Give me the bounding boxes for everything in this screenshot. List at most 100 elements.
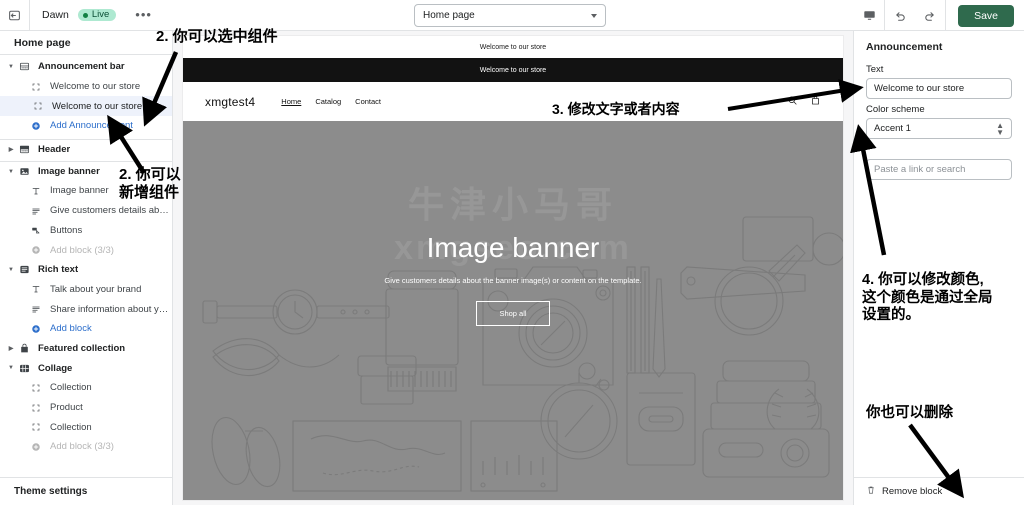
search-icon[interactable] (787, 93, 798, 111)
theme-editor-window: Dawn Live ••• Home page Save Home page ▼… (0, 0, 1024, 505)
plus-circle-icon (28, 442, 44, 452)
announcement-bar-icon (16, 61, 32, 72)
banner-content: Image banner Give customers details abou… (183, 232, 843, 326)
plus-circle-icon (28, 324, 44, 334)
image-banner-section[interactable]: 牛津小马哥 xmgseo.com Image banner Give custo… (183, 121, 843, 500)
store-header: xmgtest4 Home Catalog Contact (183, 82, 843, 121)
preview-area: Welcome to our store Welcome to our stor… (173, 31, 853, 505)
sidebar-item-buttons[interactable]: Buttons (0, 221, 172, 241)
more-actions-icon[interactable]: ••• (135, 8, 152, 21)
block-icon (28, 82, 44, 92)
sidebar-item-collection[interactable]: Collection (0, 378, 172, 398)
theme-info: Dawn Live ••• (30, 8, 152, 22)
chevron-down-icon[interactable]: ▼ (6, 64, 16, 70)
sidebar-item-add-block[interactable]: Add block (0, 319, 172, 339)
annotation-3: 3. 修改文字或者内容 (552, 101, 680, 117)
nav-item-catalog[interactable]: Catalog (315, 97, 341, 106)
sidebar-item-header[interactable]: ▶ Header (0, 138, 172, 159)
text-field-group: Text (854, 64, 1024, 99)
store-brand[interactable]: xmgtest4 (205, 95, 255, 109)
sidebar-item-label: Welcome to our store (52, 100, 143, 112)
chevron-down-icon (591, 13, 597, 18)
sidebar-item-give-customers-details-about-t[interactable]: Give customers details about t... (0, 201, 172, 221)
announcement-2-text: Welcome to our store (479, 66, 547, 74)
nav-item-contact[interactable]: Contact (355, 97, 381, 106)
sidebar-item-featured-collection[interactable]: ▶ Featured collection (0, 339, 172, 359)
undo-icon[interactable] (885, 0, 915, 31)
cart-icon[interactable] (810, 93, 821, 111)
block-settings-panel: Announcement Text Color scheme Accent 1 … (853, 31, 1024, 505)
plus-circle-icon (28, 121, 44, 131)
sidebar-item-collage[interactable]: ▼ Collage (0, 358, 172, 378)
color-scheme-select[interactable]: Accent 1 ▲ ▼ (866, 118, 1012, 139)
text-field-label: Text (866, 64, 884, 75)
color-scheme-label: Color scheme (866, 104, 925, 115)
block-icon (30, 101, 46, 111)
sidebar-item-label: Product (50, 402, 83, 414)
announcement-bar-2[interactable]: Welcome to our store (183, 58, 843, 82)
chevron-down-icon[interactable]: ▼ (6, 267, 16, 273)
sidebar-item-rich-text[interactable]: ▼ Rich text (0, 260, 172, 280)
redo-icon[interactable] (915, 0, 945, 31)
sidebar-item-label: Image banner (50, 185, 109, 197)
sidebar-item-label: Image banner (38, 166, 100, 178)
header-icon (16, 144, 32, 155)
sections-list[interactable]: ▼ Announcement bar Welcome to our store Wel… (0, 55, 172, 475)
sidebar-item-label: Collection (50, 421, 92, 433)
buttons-icon (28, 225, 44, 235)
sidebar-item-announcement-bar[interactable]: ▼ Announcement bar (0, 57, 172, 77)
color-scheme-group: Color scheme Accent 1 ▲ ▼ (854, 104, 1024, 139)
link-input[interactable] (866, 159, 1012, 180)
rich-text-icon (16, 264, 32, 275)
sidebar-title: Home page (0, 31, 172, 55)
panel-title: Announcement (866, 41, 943, 53)
block-icon (28, 383, 44, 393)
sidebar-item-share-information-about-your-b[interactable]: Share information about your b... (0, 299, 172, 319)
top-bar: Dawn Live ••• Home page Save (0, 0, 1024, 31)
text-icon (28, 186, 44, 196)
sidebar-item-label: Collage (38, 362, 73, 374)
text-icon (28, 284, 44, 294)
page-selector-value: Home page (423, 10, 475, 21)
sections-sidebar: Home page ▼ Announcement bar Welcome to ou… (0, 31, 173, 505)
block-icon (28, 422, 44, 432)
stepper-icon: ▲ ▼ (996, 120, 1004, 137)
remove-block-button[interactable]: Remove block (854, 477, 1024, 505)
sidebar-item-label: Collection (50, 382, 92, 394)
chevron-right-icon[interactable]: ▶ (6, 345, 16, 352)
chevron-right-icon[interactable]: ▶ (6, 146, 16, 153)
sidebar-item-label: Welcome to our store (50, 81, 141, 93)
collection-icon (16, 343, 32, 354)
sidebar-item-add-block-3-3[interactable]: Add block (3/3) (0, 240, 172, 260)
sidebar-item-welcome-to-our-store[interactable]: Welcome to our store (0, 77, 172, 97)
announcement-1-text: Welcome to our store (479, 43, 547, 51)
announcement-bar-1[interactable]: Welcome to our store (183, 36, 843, 58)
sidebar-item-talk-about-your-brand[interactable]: Talk about your brand (0, 280, 172, 300)
sidebar-item-label: Give customers details about t... (50, 205, 172, 217)
exit-editor-icon[interactable] (0, 0, 30, 31)
sidebar-item-product[interactable]: Product (0, 398, 172, 418)
divider (945, 0, 947, 31)
chevron-down-icon[interactable]: ▼ (6, 365, 16, 371)
sidebar-item-add-block-3-3[interactable]: Add block (3/3) (0, 437, 172, 457)
color-scheme-value: Accent 1 (874, 123, 911, 134)
chevron-down-icon[interactable]: ▼ (6, 169, 16, 175)
sidebar-item-collection[interactable]: Collection (0, 417, 172, 437)
page-selector[interactable]: Home page (414, 4, 606, 27)
save-button[interactable]: Save (958, 4, 1014, 27)
paragraph-icon (28, 206, 44, 216)
announcement-text-input[interactable] (866, 78, 1012, 99)
sidebar-item-add-announcement[interactable]: Add Announcement (0, 116, 172, 136)
sidebar-item-welcome-to-our-store[interactable]: Welcome to our store (0, 96, 172, 117)
theme-settings-button[interactable]: Theme settings (0, 477, 172, 505)
paragraph-icon (28, 304, 44, 314)
remove-block-label: Remove block (882, 486, 943, 497)
banner-title: Image banner (426, 232, 600, 263)
sidebar-item-label: Share information about your b... (50, 303, 172, 315)
link-field-group (854, 159, 1024, 180)
shop-all-button[interactable]: Shop all (476, 300, 550, 326)
nav-item-home[interactable]: Home (281, 97, 301, 106)
desktop-icon[interactable] (854, 0, 884, 31)
annotation-1: 2. 你可以选中组件 (156, 28, 278, 45)
sidebar-item-label: Talk about your brand (50, 283, 142, 295)
